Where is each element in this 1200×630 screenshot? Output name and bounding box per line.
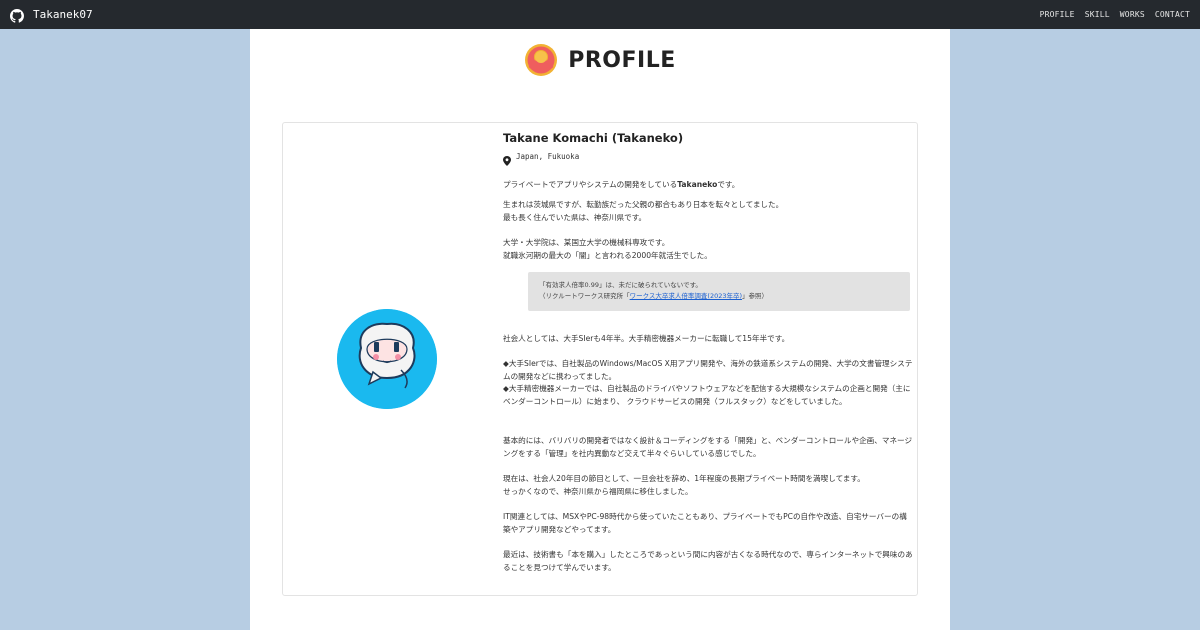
- intro-text: プライベートでアプリやシステムの開発をしているTakanekoです。: [503, 179, 913, 192]
- brand[interactable]: Takanek07: [10, 8, 93, 23]
- quote-source: （リクルートワークス研究所「ワークス大卒求人倍率調査(2023年卒)」参照）: [539, 291, 910, 302]
- top-navbar: Takanek07 PROFILE SKILL WORKS CONTACT: [0, 0, 1200, 29]
- github-icon[interactable]: [10, 8, 24, 23]
- avatar: [337, 309, 437, 409]
- nav-link-works[interactable]: WORKS: [1120, 10, 1145, 19]
- career-text: 社会人としては、大手SIerも4年半。大手精密機器メーカーに転職して15年半です…: [503, 334, 790, 343]
- quote-prefix: （リクルートワークス研究所「: [539, 291, 630, 300]
- intro-suffix: です。: [717, 180, 740, 189]
- basic-text: 基本的には、バリバリの開発者ではなく設計＆コーディングをする「開発」と、ベンダー…: [503, 436, 913, 458]
- brand-name[interactable]: Takanek07: [33, 8, 93, 21]
- it-text: IT関連としては、MSXやPC-98時代から使っていたこともあり、プライベートで…: [503, 512, 907, 534]
- quote-line: 「有効求人倍率0.99」は、未だに破られていないです。: [539, 281, 702, 289]
- nav-link-profile[interactable]: PROFILE: [1040, 10, 1075, 19]
- profile-info: Takane Komachi (Takaneko) Japan, Fukuoka…: [503, 131, 913, 572]
- intro-prefix: プライベートでアプリやシステムの開発をしている: [503, 180, 678, 189]
- nav-link-skill[interactable]: SKILL: [1085, 10, 1110, 19]
- recent-text: 最近は、技術書も「本を購入」したところであっという間に内容が古くなる時代なので、…: [503, 550, 913, 572]
- nav-link-contact[interactable]: CONTACT: [1155, 10, 1190, 19]
- nav-links: PROFILE SKILL WORKS CONTACT: [1040, 10, 1190, 19]
- location: Japan, Fukuoka: [503, 151, 913, 166]
- location-pin-icon: [503, 151, 511, 166]
- section-header: PROFILE: [250, 41, 950, 79]
- birth-text: 生まれは茨城県ですが、転勤族だった父親の都合もあり日本を転々としてました。 最も…: [503, 200, 784, 222]
- intro-bold: Takaneko: [677, 180, 718, 189]
- profile-name: Takane Komachi (Takaneko): [503, 131, 684, 145]
- profile-icon: [524, 43, 558, 77]
- quote-box: 「有効求人倍率0.99」は、未だに破られていないです。 （リクルートワークス研究…: [528, 272, 910, 311]
- quote-link[interactable]: ワークス大卒求人倍率調査(2023年卒): [630, 292, 742, 300]
- page-content: PROFILE Takane Komachi (Takaneko) Japan,…: [250, 29, 950, 630]
- sier-text: ◆大手SIerでは、自社製品のWindows/MacOS X用アプリ開発や、海外…: [503, 359, 913, 406]
- university-text: 大学・大学院は、某国立大学の機械科専攻です。 就職氷河期の最大の「闇」と言われる…: [503, 238, 712, 260]
- location-text: Japan, Fukuoka: [516, 151, 580, 161]
- profile-card: Takane Komachi (Takaneko) Japan, Fukuoka…: [282, 122, 918, 596]
- avatar-icon: [337, 309, 437, 409]
- quote-suffix: 」参照）: [742, 291, 769, 300]
- now-text: 現在は、社会人20年目の節目として、一旦会社を辞め、1年程度の長期プライベート時…: [503, 474, 865, 496]
- page-title: PROFILE: [568, 47, 676, 73]
